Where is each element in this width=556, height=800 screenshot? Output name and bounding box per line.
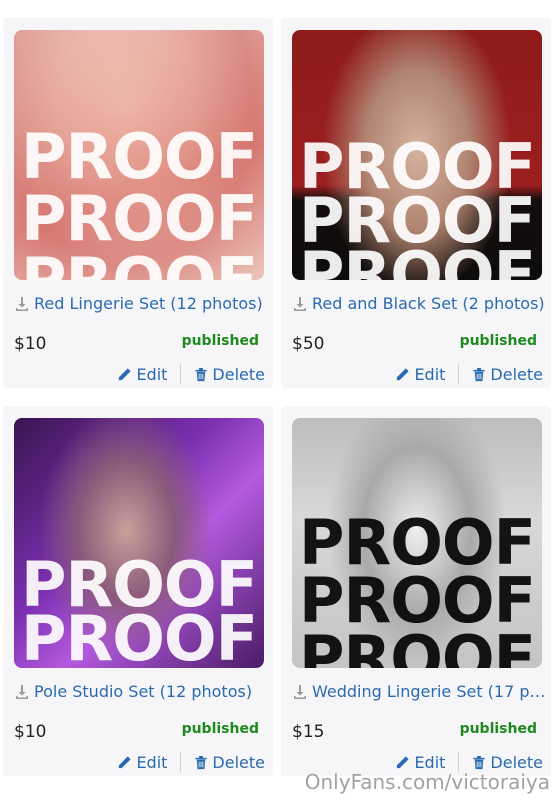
product-thumbnail[interactable]: PROOF PROOF	[14, 418, 264, 668]
edit-button[interactable]: Edit	[395, 753, 445, 772]
delete-label: Delete	[490, 752, 543, 772]
site-watermark: OnlyFans.com/victoraiya	[304, 770, 550, 794]
card-actions: Edit Delete	[117, 752, 265, 772]
pencil-icon	[397, 367, 410, 380]
delete-label: Delete	[212, 364, 265, 384]
edit-label: Edit	[414, 752, 446, 772]
divider	[458, 364, 460, 384]
download-icon	[294, 684, 306, 699]
delete-button[interactable]: Delete	[194, 365, 265, 384]
proof-watermark-line: PROOF	[21, 182, 258, 255]
product-title-link[interactable]: Red and Black Set (2 photos)	[292, 294, 546, 313]
edit-label: Edit	[136, 752, 168, 772]
product-thumbnail[interactable]: PROOF PROOF PROOF	[14, 30, 264, 280]
product-price: $15	[292, 722, 325, 742]
product-card: PROOF PROOF PROOF Wedding Lingerie Set (…	[281, 406, 551, 776]
delete-button[interactable]: Delete	[194, 753, 265, 772]
download-icon	[16, 684, 28, 699]
edit-button[interactable]: Edit	[395, 365, 445, 384]
divider	[180, 752, 182, 772]
proof-watermark-line: PROOF	[21, 120, 258, 193]
divider	[458, 752, 460, 772]
product-card: PROOF PROOF Pole Studio Set (12 photos) …	[3, 406, 273, 776]
divider	[180, 364, 182, 384]
delete-label: Delete	[490, 364, 543, 384]
pencil-icon	[397, 755, 410, 768]
status-badge: published	[459, 721, 537, 737]
delete-button[interactable]: Delete	[472, 365, 543, 384]
proof-watermark-line: PROOF	[14, 250, 264, 281]
download-icon	[294, 296, 306, 311]
card-actions: Edit Delete	[117, 364, 265, 384]
pencil-icon	[119, 755, 132, 768]
proof-watermark-line: PROOF	[299, 238, 536, 281]
product-title: Pole Studio Set (12 photos)	[34, 682, 253, 701]
product-title-link[interactable]: Red Lingerie Set (12 photos)	[14, 294, 268, 313]
product-card: PROOF PROOF PROOF Red Lingerie Set (12 p…	[3, 18, 273, 388]
product-price: $10	[14, 722, 47, 742]
edit-button[interactable]: Edit	[117, 365, 167, 384]
product-title: Wedding Lingerie Set (17 photos)	[312, 682, 546, 701]
trash-icon	[473, 367, 486, 381]
product-title-link[interactable]: Wedding Lingerie Set (17 photos)	[292, 682, 546, 701]
edit-label: Edit	[136, 364, 168, 384]
card-actions: Edit Delete	[395, 752, 543, 772]
product-title-link[interactable]: Pole Studio Set (12 photos)	[14, 682, 268, 701]
delete-button[interactable]: Delete	[472, 753, 543, 772]
trash-icon	[473, 755, 486, 769]
product-card: PROOF PROOF PROOF Red and Black Set (2 p…	[281, 18, 551, 388]
product-title: Red and Black Set (2 photos)	[312, 294, 545, 313]
edit-label: Edit	[414, 364, 446, 384]
status-badge: published	[181, 333, 259, 349]
product-thumbnail[interactable]: PROOF PROOF PROOF	[292, 30, 542, 280]
product-price: $10	[14, 334, 47, 354]
status-badge: published	[181, 721, 259, 737]
card-actions: Edit Delete	[395, 364, 543, 384]
trash-icon	[195, 755, 208, 769]
product-thumbnail[interactable]: PROOF PROOF PROOF	[292, 418, 542, 668]
pencil-icon	[119, 367, 132, 380]
download-icon	[16, 296, 28, 311]
delete-label: Delete	[212, 752, 265, 772]
proof-watermark-line: PROOF	[299, 622, 536, 669]
product-price: $50	[292, 334, 325, 354]
product-title: Red Lingerie Set (12 photos)	[34, 294, 263, 313]
trash-icon	[195, 367, 208, 381]
edit-button[interactable]: Edit	[117, 753, 167, 772]
status-badge: published	[459, 333, 537, 349]
proof-watermark-line: PROOF	[21, 602, 258, 669]
